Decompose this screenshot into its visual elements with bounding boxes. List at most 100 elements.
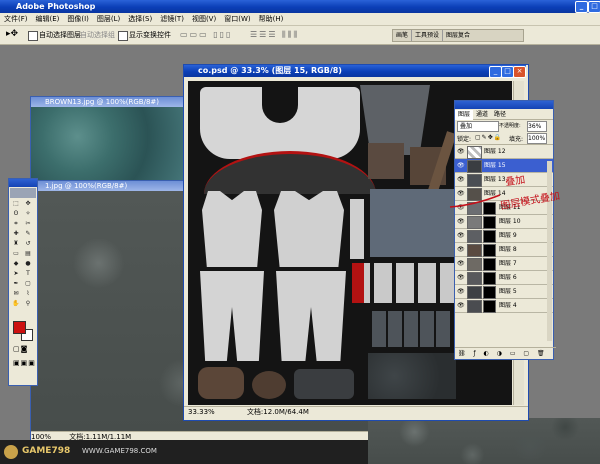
watermark-url: WWW.GAME798.COM [82,447,157,455]
uv-grey-blocks [372,311,452,347]
eye-icon[interactable]: 👁 [457,274,465,281]
layer-row[interactable]: 👁 图层 5 [455,285,553,299]
tab-paths[interactable]: 路径 [491,110,509,120]
eye-icon[interactable]: 👁 [457,246,465,253]
auto-select-label: 自动选择图层 [39,31,81,39]
minimize-button[interactable]: _ [575,1,588,13]
palette-tab-layer-comps[interactable]: 图层复合 [443,30,473,41]
maximize-button[interactable]: □ [588,1,600,13]
marquee-tool-icon[interactable]: ⬚ [11,200,21,208]
history-brush-tool-icon[interactable]: ↺ [23,240,33,248]
hand-tool-icon[interactable]: ✋ [11,300,21,308]
watermark-logo: GAME798 [22,446,71,456]
layer-name: 图层 8 [499,246,517,253]
dodge-tool-icon[interactable]: ● [23,260,33,268]
layer-mask-thumbnail[interactable] [483,272,496,285]
layer-row[interactable]: 👁 图层 4 [455,299,553,313]
toolbox-title [9,179,37,187]
doc-close-button[interactable]: × [513,66,526,78]
document-title-brown13[interactable]: BROWN13.jpg @ 100%(RGB/8#) [31,97,186,107]
opacity-input[interactable]: 36% [527,121,547,132]
uv-pants-left [200,271,264,361]
gradient-tool-icon[interactable]: ▤ [23,250,33,258]
app-title-bar: Adobe Photoshop _ □ × [0,0,600,13]
layer-name: 图层 4 [499,302,517,309]
healing-brush-tool-icon[interactable]: ✚ [11,230,21,238]
eyedropper-tool-icon[interactable]: ⌇ [23,290,33,298]
crop-tool-icon[interactable]: ⌗ [11,220,21,228]
menu-filter[interactable]: 滤镜(T) [156,13,188,25]
eye-icon[interactable]: 👁 [457,288,465,295]
layer-mask-thumbnail[interactable] [483,286,496,299]
palette-well: 画笔 工具预设 图层复合 [392,29,524,42]
pen-tool-icon[interactable]: ✒ [11,280,21,288]
distribute-buttons-icon[interactable]: ☰☰☰ ⫼⫼⫼ [250,30,299,40]
align-buttons-icon[interactable]: ▭▭▭ ▯▯▯ [180,30,232,39]
uv-neck-hole [262,87,298,123]
uv-leather-1 [368,143,404,179]
layer-row[interactable]: 👁 图层 12 [455,145,553,159]
notes-tool-icon[interactable]: ✉ [11,290,21,298]
zoom-level-main[interactable]: 33.33% [184,408,215,416]
eye-icon[interactable]: 👁 [457,302,465,309]
menu-file[interactable]: 文件(F) [0,13,32,25]
tab-channels[interactable]: 通道 [473,110,491,120]
screen-mode-icon[interactable]: ▣▣▣ [13,359,35,367]
tab-layers[interactable]: 图层 [455,110,474,120]
move-tool-icon-2[interactable]: ✥ [23,200,33,208]
layer-mask-thumbnail[interactable] [483,244,496,257]
layer-mask-thumbnail[interactable] [483,300,496,313]
show-transform-label: 显示变换控件 [129,31,171,39]
type-tool-icon[interactable]: T [23,270,33,278]
eraser-tool-icon[interactable]: ▭ [11,250,21,258]
show-transform-checkbox[interactable] [118,31,128,41]
layer-row[interactable]: 👁 图层 8 [455,243,553,257]
layer-row[interactable]: 👁 图层 7 [455,257,553,271]
menu-select[interactable]: 选择(S) [124,13,156,25]
menu-help[interactable]: 帮助(H) [255,13,288,25]
stamp-tool-icon[interactable]: ♜ [11,240,21,248]
menu-layer[interactable]: 图层(L) [93,13,124,25]
document-canvas-brown13 [31,107,186,181]
uv-pants-right [276,271,346,361]
menu-edit[interactable]: 编辑(E) [32,13,64,25]
uv-brown-bottom-1 [198,367,244,399]
layer-thumbnail [467,258,482,271]
eye-icon[interactable]: 👁 [457,260,465,267]
brush-tool-icon[interactable]: ✎ [23,230,33,238]
fill-input[interactable]: 100% [527,133,547,144]
layer-thumbnail [467,146,482,159]
blur-tool-icon[interactable]: ◆ [11,260,21,268]
options-bar: ▸✥ 自动选择图层 自动选择组 显示变换控件 ▭▭▭ ▯▯▯ ☰☰☰ ⫼⫼⫼ 画… [0,26,600,45]
zoom-tool-icon[interactable]: ⚲ [23,300,33,308]
palette-tab-brushes[interactable]: 画笔 [393,30,413,41]
slice-tool-icon[interactable]: ✂ [23,220,33,228]
menu-image[interactable]: 图像(I) [63,13,93,25]
lock-row: 锁定: ▢✎✥🔒 填充: 100% [455,132,553,145]
uv-shirt-front [202,191,262,267]
magic-wand-tool-icon[interactable]: ✧ [23,210,33,218]
move-tool-icon[interactable]: ▸✥ [6,29,18,39]
layers-footer-buttons[interactable]: ⛓ ƒ ◐ ◑ ▭ ▢ 🗑 [455,347,556,359]
document-title-main[interactable]: co.psd @ 33.3% (图层 15, RGB/8) [184,65,526,77]
toolbox: ⬚ ✥ ʘ ✧ ⌗ ✂ ✚ ✎ ♜ ↺ ▭ ▤ ◆ ● ➤ T ✒ ▢ ✉ ⌇ ✋ ⚲ ▢◙ ▣▣▣ [8,178,38,386]
document-window-brown13[interactable]: BROWN13.jpg @ 100%(RGB/8#) [30,96,187,182]
auto-select-checkbox[interactable] [28,31,38,41]
menu-view[interactable]: 视图(V) [188,13,220,25]
shape-tool-icon[interactable]: ▢ [23,280,33,288]
layer-row[interactable]: 👁 图层 6 [455,271,553,285]
layer-mask-thumbnail[interactable] [483,258,496,271]
quick-mask-icon[interactable]: ▢◙ [13,345,33,353]
layer-thumbnail [467,272,482,285]
palette-tab-tool-presets[interactable]: 工具预设 [412,30,444,41]
lasso-tool-icon[interactable]: ʘ [11,210,21,218]
blend-mode-select[interactable]: 叠加 [457,121,499,132]
eye-icon[interactable]: 👁 [457,148,465,155]
lock-icons[interactable]: ▢✎✥🔒 [475,134,502,141]
app-title: Adobe Photoshop [16,2,96,11]
layer-name: 图层 5 [499,288,517,295]
path-select-tool-icon[interactable]: ➤ [11,270,21,278]
foreground-color-swatch[interactable] [13,321,26,334]
menu-window[interactable]: 窗口(W) [220,13,254,25]
workspace-texture-strip [368,418,600,464]
